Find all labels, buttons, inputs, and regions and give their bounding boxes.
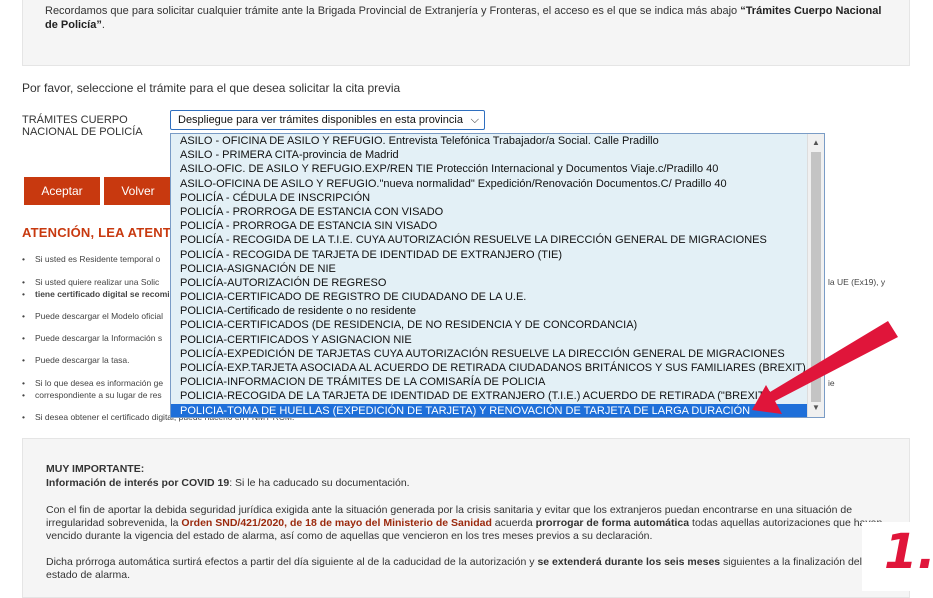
step-badge: 1. bbox=[862, 522, 933, 591]
annotation-arrow-icon bbox=[752, 321, 898, 414]
